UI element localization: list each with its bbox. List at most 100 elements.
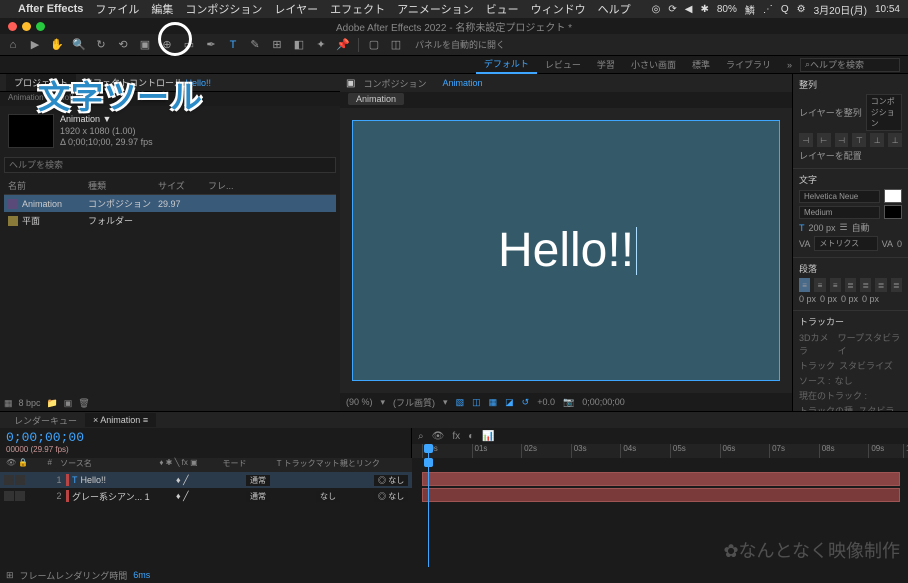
timeline-layer-1[interactable]: 1 THello!! ♦ ╱ 通常 ◎ なし — [0, 472, 412, 488]
new-folder-icon[interactable]: 📁 — [47, 398, 58, 409]
tl-graph-icon[interactable]: 📊 — [482, 431, 494, 442]
lock-toggle[interactable] — [15, 491, 25, 501]
workspace-small[interactable]: 小さい画面 — [623, 56, 684, 73]
maximize-button[interactable] — [36, 22, 45, 31]
search-icon[interactable]: Q — [781, 4, 789, 15]
justify-right-icon[interactable]: ≣ — [875, 278, 886, 292]
menu-layer[interactable]: レイヤー — [274, 1, 318, 17]
home-tool[interactable]: ⌂ — [4, 36, 22, 54]
close-button[interactable] — [8, 22, 17, 31]
align-right-icon[interactable]: ⊣ — [835, 133, 849, 147]
exposure-value[interactable]: +0.0 — [537, 397, 555, 407]
menu-edit[interactable]: 編集 — [151, 1, 173, 17]
layer-2-bar[interactable] — [422, 488, 900, 502]
eraser-tool[interactable]: ◧ — [290, 36, 308, 54]
snapshot-icon[interactable]: 📷 — [563, 397, 574, 408]
workspace-standard[interactable]: 標準 — [684, 56, 718, 73]
brush-tool[interactable]: ✎ — [246, 36, 264, 54]
visibility-toggle[interactable] — [4, 475, 14, 485]
tl-search-icon[interactable]: ⌕ — [418, 431, 424, 442]
space-after[interactable]: 0 px — [862, 294, 879, 304]
layer-1-bar[interactable] — [422, 472, 900, 486]
orbit-tool[interactable]: ↻ — [92, 36, 110, 54]
toggle-switches-icon[interactable]: ⊞ — [6, 570, 14, 581]
bpc-toggle[interactable]: 8 bpc — [19, 398, 41, 409]
selection-tool[interactable]: ▶ — [26, 36, 44, 54]
menu-file[interactable]: ファイル — [95, 1, 139, 17]
reset-exposure-icon[interactable]: ↺ — [522, 397, 530, 408]
project-item-solids[interactable]: 平面フォルダー — [4, 212, 336, 229]
project-item-animation[interactable]: Animationコンポジション29.97 — [4, 195, 336, 212]
workspace-default[interactable]: デフォルト — [476, 55, 537, 74]
workspace-more[interactable]: » — [779, 58, 800, 72]
menu-view[interactable]: ビュー — [486, 1, 519, 17]
indent-left[interactable]: 0 px — [799, 294, 816, 304]
composition-canvas[interactable]: Hello!! — [352, 120, 780, 381]
comp-subtab[interactable]: Animation — [348, 93, 404, 105]
project-panel-tab[interactable]: プロジェクト — [6, 74, 76, 91]
delete-icon[interactable]: 🗑 — [78, 398, 89, 409]
timeline-layer-2[interactable]: 2 グレー系シアン... 1 ♦ ╱ 通常 なし ◎ なし — [0, 488, 412, 504]
hand-tool[interactable]: ✋ — [48, 36, 66, 54]
parent-dropdown[interactable]: ◎ なし — [374, 475, 408, 486]
grid-icon[interactable]: ▦ — [489, 397, 498, 408]
menu-animation[interactable]: アニメーション — [397, 1, 474, 17]
timeline-comp-tab[interactable]: × Animation ≡ — [85, 413, 156, 427]
space-before[interactable]: 0 px — [841, 294, 858, 304]
justify-left-icon[interactable]: ≣ — [845, 278, 856, 292]
current-timecode[interactable]: 0;00;00;00 — [6, 430, 405, 445]
minimize-button[interactable] — [22, 22, 31, 31]
control-center-icon[interactable]: ⚙ — [797, 4, 806, 15]
interpret-icon[interactable]: ▦ — [4, 398, 13, 409]
kerning[interactable]: メトリクス — [814, 236, 877, 251]
project-thumbnail[interactable] — [8, 114, 54, 148]
comp-breadcrumb[interactable]: Animation — [434, 76, 490, 90]
font-size[interactable]: 200 px — [809, 223, 836, 233]
align-target[interactable]: コンポジション — [866, 94, 902, 131]
align-top-icon[interactable]: ⊤ — [852, 133, 866, 147]
puppet-tool[interactable]: 📌 — [334, 36, 352, 54]
align-vcenter-icon[interactable]: ⊥ — [870, 133, 884, 147]
help-search[interactable]: ⌕ ヘルプを検索 — [800, 58, 900, 72]
zoom-dropdown[interactable]: (90 %) — [346, 397, 373, 407]
pen-tool[interactable]: ✒ — [202, 36, 220, 54]
clone-tool[interactable]: ⊞ — [268, 36, 286, 54]
menu-window[interactable]: ウィンドウ — [531, 1, 586, 17]
indent-right[interactable]: 0 px — [820, 294, 837, 304]
new-comp-icon[interactable]: ▣ — [64, 398, 73, 409]
font-weight[interactable]: Medium — [799, 206, 880, 219]
align-left-icon[interactable]: ⊣ — [799, 133, 813, 147]
timeline-tracks[interactable] — [412, 458, 908, 567]
justify-center-icon[interactable]: ≣ — [860, 278, 871, 292]
effect-controls-tab[interactable]: エフェクトコントロール Hello!! — [76, 74, 219, 91]
tracking-value[interactable]: 0 — [897, 239, 902, 249]
composition-viewer[interactable]: Hello!! — [340, 108, 792, 393]
time-ruler[interactable]: 00s 01s 02s 03s 04s 05s 06s 07s 08s 09s … — [412, 444, 908, 458]
camera-tool[interactable]: ▣ — [136, 36, 154, 54]
mask-icon[interactable]: ◫ — [472, 397, 481, 408]
quality-dropdown[interactable]: (フル画質) — [393, 396, 435, 409]
workspace-learn[interactable]: 学習 — [589, 56, 623, 73]
zoom-tool[interactable]: 🔍 — [70, 36, 88, 54]
snap-toggle[interactable]: ▢ — [365, 36, 383, 54]
mask-mode[interactable]: ◫ — [387, 36, 405, 54]
roto-tool[interactable]: ✦ — [312, 36, 330, 54]
type-tool[interactable]: T — [224, 36, 242, 54]
render-queue-tab[interactable]: レンダーキュー — [6, 412, 85, 429]
font-family[interactable]: Helvetica Neue — [799, 190, 880, 203]
rotate-tool[interactable]: ⟲ — [114, 36, 132, 54]
guides-icon[interactable]: ▧ — [456, 397, 465, 408]
visibility-toggle[interactable] — [4, 491, 14, 501]
current-time[interactable]: 0;00;00;00 — [582, 397, 625, 407]
lock-toggle[interactable] — [15, 475, 25, 485]
menu-help[interactable]: ヘルプ — [598, 1, 631, 17]
parent-dropdown[interactable]: ◎ なし — [374, 491, 408, 502]
align-hcenter-icon[interactable]: ⊢ — [817, 133, 831, 147]
channel-icon[interactable]: ◪ — [505, 397, 514, 408]
pan-behind-tool[interactable]: ⊕ — [158, 36, 176, 54]
menu-effect[interactable]: エフェクト — [330, 1, 385, 17]
justify-all-icon[interactable]: ≣ — [891, 278, 902, 292]
align-bottom-icon[interactable]: ⊥ — [888, 133, 902, 147]
project-search[interactable] — [4, 157, 336, 173]
align-left-text-icon[interactable]: ≡ — [799, 278, 810, 292]
